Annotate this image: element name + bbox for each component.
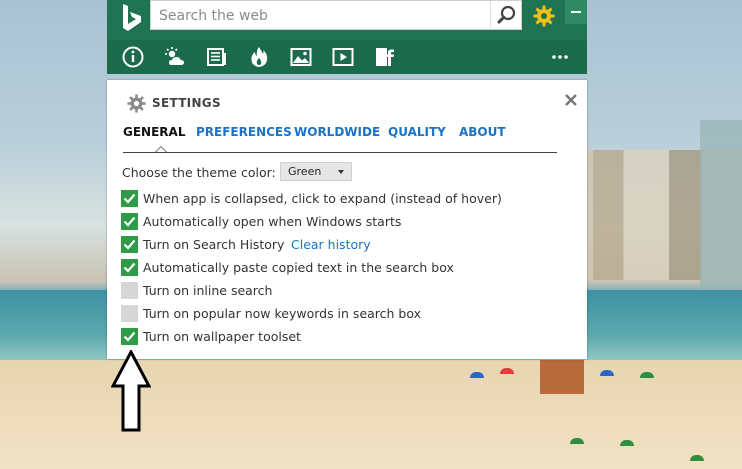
- option-label: When app is collapsed, click to expand (…: [143, 191, 502, 206]
- checkbox[interactable]: [121, 236, 138, 253]
- settings-gear-icon: [127, 94, 146, 113]
- news-icon[interactable]: [205, 45, 229, 69]
- tab-quality[interactable]: QUALITY: [388, 125, 446, 139]
- wallpaper-umbrella: [620, 440, 634, 446]
- checkbox[interactable]: [121, 282, 138, 299]
- checkbox[interactable]: [121, 305, 138, 322]
- checkbox[interactable]: [121, 328, 138, 345]
- settings-title: SETTINGS: [152, 96, 221, 110]
- option-label: Turn on inline search: [143, 283, 273, 298]
- bing-bar: [107, 0, 587, 74]
- settings-tabs: GENERAL PREFERENCES WORLDWIDE QUALITY AB…: [123, 124, 557, 153]
- option-label: Automatically paste copied text in the s…: [143, 260, 454, 275]
- wallpaper-umbrella: [640, 372, 654, 378]
- checkbox[interactable]: [121, 213, 138, 230]
- toolbar: [107, 40, 587, 74]
- image-icon[interactable]: [289, 45, 313, 69]
- option-label: Automatically open when Windows starts: [143, 214, 402, 229]
- info-icon[interactable]: [121, 45, 145, 69]
- search-input[interactable]: [157, 5, 491, 27]
- option-label: Turn on Search History: [143, 237, 285, 252]
- bing-logo-icon[interactable]: [119, 3, 145, 33]
- wallpaper-umbrella: [470, 372, 484, 378]
- tab-preferences[interactable]: PREFERENCES: [196, 125, 292, 139]
- checkmark-icon: [123, 216, 136, 227]
- theme-color-value: Green: [288, 165, 322, 178]
- video-icon[interactable]: [331, 45, 355, 69]
- search-box: [150, 0, 522, 30]
- weather-icon[interactable]: [163, 45, 187, 69]
- close-icon[interactable]: [564, 93, 578, 107]
- minimize-button[interactable]: [565, 0, 587, 24]
- wallpaper-umbrella: [600, 370, 614, 376]
- wallpaper-tower: [700, 120, 742, 300]
- tab-worldwide[interactable]: WORLDWIDE: [294, 125, 380, 139]
- wallpaper-umbrella: [500, 368, 514, 374]
- theme-color-select[interactable]: Green: [280, 162, 352, 181]
- settings-panel: SETTINGS GENERAL PREFERENCES WORLDWIDE Q…: [107, 80, 587, 359]
- facebook-icon[interactable]: [373, 45, 397, 69]
- option-label: Turn on popular now keywords in search b…: [143, 306, 422, 321]
- annotation-arrow-icon: [111, 350, 151, 432]
- clear-history-link[interactable]: Clear history: [291, 237, 371, 252]
- checkmark-icon: [123, 193, 136, 204]
- trending-icon[interactable]: [247, 45, 271, 69]
- tab-about[interactable]: ABOUT: [459, 125, 506, 139]
- settings-header: SETTINGS: [127, 94, 221, 116]
- checkmark-icon: [123, 262, 136, 273]
- checkmark-icon: [123, 331, 136, 342]
- wallpaper-umbrella: [570, 438, 584, 444]
- active-tab-indicator: [155, 146, 167, 152]
- wallpaper-hut: [540, 360, 584, 394]
- checkbox[interactable]: [121, 190, 138, 207]
- search-icon[interactable]: [490, 1, 521, 29]
- dropdown-arrow-icon: [338, 170, 344, 174]
- gear-icon[interactable]: [533, 5, 555, 27]
- theme-color-label: Choose the theme color:: [122, 165, 276, 180]
- checkmark-icon: [123, 239, 136, 250]
- tab-general[interactable]: GENERAL: [123, 125, 185, 139]
- minimize-icon: [571, 11, 581, 13]
- checkbox[interactable]: [121, 259, 138, 276]
- option-label: Turn on wallpaper toolset: [143, 329, 301, 344]
- more-icon[interactable]: [548, 45, 572, 69]
- wallpaper-umbrella: [690, 455, 704, 461]
